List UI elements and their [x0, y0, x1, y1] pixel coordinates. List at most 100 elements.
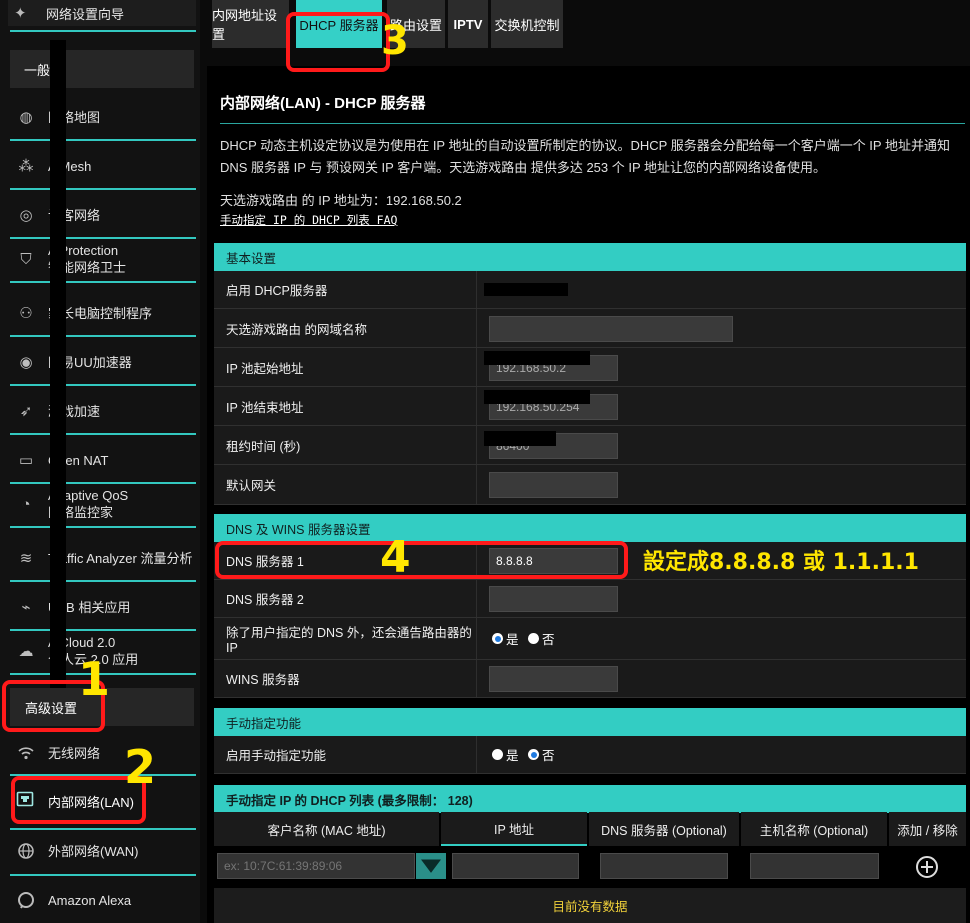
advertise-no-radio[interactable]: 否 [528, 618, 555, 659]
row-label: IP 池结束地址 [226, 400, 304, 415]
separator [10, 433, 196, 435]
row-label: 租约时间 (秒) [226, 439, 301, 454]
hostname-input[interactable] [750, 853, 879, 879]
col-dns: DNS 服务器 (Optional) [589, 812, 739, 846]
ip-address-input[interactable] [452, 853, 579, 879]
sidebar-item-accelerator[interactable]: ◉ 网易UU加速器 [10, 346, 196, 378]
annotation-number-4: 4 [380, 532, 411, 583]
tab-lan-ip[interactable]: 内网地址设置 [212, 0, 289, 48]
manual-no-radio[interactable]: 否 [528, 736, 555, 773]
annotation-box-3 [286, 12, 390, 72]
sidebar-item-wan[interactable]: 外部网络(WAN) [10, 838, 196, 864]
row-lease-time: 租约时间 (秒) 86400 [214, 426, 966, 465]
sidebar-item-alexa[interactable]: Amazon Alexa [10, 887, 196, 913]
faq-link[interactable]: 手动指定 IP 的 DHCP 列表 FAQ [220, 212, 397, 228]
divider [476, 580, 477, 617]
manual-assign-header: 手动指定功能 [214, 708, 966, 736]
col-client-name: 客户名称 (MAC 地址) [214, 812, 439, 846]
dns-server-input[interactable] [600, 853, 728, 879]
wan-globe-icon [16, 841, 36, 861]
sidebar-item-globe[interactable]: ◍ 网络地图 [10, 101, 196, 133]
redaction-bar [484, 390, 590, 404]
basic-settings-header: 基本设置 [214, 243, 966, 271]
client-dropdown-button[interactable] [416, 853, 446, 879]
divider [476, 618, 477, 659]
sidebar-item-rocket[interactable]: ➶ 游戏加速 [10, 395, 196, 427]
default-gateway-input[interactable] [489, 472, 618, 498]
row-dns2: DNS 服务器 2 [214, 580, 966, 618]
add-entry-button[interactable] [915, 855, 939, 879]
sidebar-item-mesh[interactable]: ⁂ AiMesh [10, 150, 196, 182]
annotation-number-3: 3 [381, 18, 409, 64]
annotation-number-1: 1 [78, 652, 111, 706]
separator [10, 335, 196, 337]
row-label: 启用 DHCP服务器 [226, 284, 328, 298]
row-domain-name: 天选游戏路由 的网域名称 [214, 309, 966, 348]
sidebar-item-wireless[interactable]: 无线网络 [10, 740, 196, 766]
col-hostname: 主机名称 (Optional) [741, 812, 887, 846]
annotation-number-2: 2 [124, 740, 157, 794]
row-enable-dhcp: 启用 DHCP服务器 [214, 271, 966, 309]
mac-address-input[interactable] [217, 853, 415, 879]
tab-label: IPTV [453, 16, 483, 32]
separator [10, 580, 196, 582]
row-ip-pool-end: IP 池结束地址 192.168.50.254 [214, 387, 966, 426]
traffic-icon: ≋ [19, 550, 33, 567]
sidebar-item-usb[interactable]: ⌁ USB 相关应用 [10, 591, 196, 623]
row-enable-manual: 启用手动指定功能 是 否 [214, 736, 966, 774]
row-advertise-router-ip: 除了用户指定的 DNS 外，还会通告路由器的 IP 是 否 [214, 618, 966, 660]
divider [476, 387, 477, 425]
row-label: 除了用户指定的 DNS 外，还会通告路由器的 IP [226, 626, 472, 655]
sidebar-item-nat[interactable]: ▭ Open NAT [10, 444, 196, 476]
wins-input[interactable] [489, 666, 618, 692]
row-wins: WINS 服务器 [214, 660, 966, 698]
row-default-gateway: 默认网关 [214, 465, 966, 505]
divider [476, 426, 477, 464]
tab-iptv[interactable]: IPTV [448, 0, 488, 48]
shield-icon: ⛉ [20, 250, 32, 268]
sidebar-item-guest-network[interactable]: ◎ 访客网络 [10, 199, 196, 231]
separator [10, 384, 196, 386]
network-setup-wizard[interactable]: ✦ 网络设置向导 [8, 0, 196, 26]
row-label: 天选游戏路由 的网域名称 [226, 322, 367, 337]
annotation-note: 設定成8.8.8.8 或 1.1.1.1 [643, 550, 919, 575]
redaction-bar [484, 283, 568, 296]
sidebar-item-family[interactable]: ⚇ 家长电脑控制程序 [10, 297, 196, 329]
cloud-icon: ☁ [18, 643, 34, 660]
sidebar-item-traffic[interactable]: ≋ Traffic Analyzer 流量分析 [10, 542, 196, 574]
redaction-bar [484, 351, 590, 365]
row-label: DNS 服务器 2 [226, 593, 304, 607]
redaction-bar [484, 431, 556, 446]
radio-selected-icon [528, 749, 539, 760]
radio-icon [492, 749, 503, 760]
sidebar-item-label: 无线网络 [48, 745, 101, 761]
domain-name-input[interactable] [489, 316, 733, 342]
advertise-yes-radio[interactable]: 是 [492, 618, 519, 659]
separator [10, 237, 196, 239]
divider [476, 465, 477, 504]
tab-label: 内网地址设置 [212, 8, 278, 42]
empty-list-message: 目前没有数据 [214, 888, 966, 923]
page-description: DHCP 动态主机设定协议是为使用在 IP 地址的自动设置所制定的协议。DHCP… [220, 138, 950, 175]
dropdown-arrow-icon [421, 859, 441, 873]
general-header-label: 一般 [24, 62, 51, 78]
separator [10, 482, 196, 484]
redaction-bar [50, 40, 66, 690]
manual-yes-radio[interactable]: 是 [492, 736, 519, 773]
sidebar-item-shield[interactable]: ⛉ AiProtection 智能网络卫士 [10, 243, 196, 275]
gauge-icon: ◔ [21, 495, 31, 513]
sidebar-item-gauge[interactable]: ◔ Adaptive QoS 网络监控家 [10, 488, 196, 520]
router-ip-text: 天选游戏路由 的 IP 地址为：192.168.50.2 [220, 193, 462, 208]
tab-switch-control[interactable]: 交换机控制 [491, 0, 563, 48]
divider [476, 736, 477, 773]
rocket-icon: ➶ [19, 403, 33, 420]
separator [10, 874, 196, 876]
radio-selected-icon [492, 633, 503, 644]
dns2-input[interactable] [489, 586, 618, 612]
alexa-icon [16, 890, 36, 910]
divider [476, 309, 477, 347]
radio-label: 否 [542, 749, 555, 763]
general-section-header: 一般 [10, 50, 194, 88]
usb-icon: ⌁ [21, 599, 31, 616]
page-title: 内部网络(LAN) - DHCP 服务器 [220, 95, 426, 112]
